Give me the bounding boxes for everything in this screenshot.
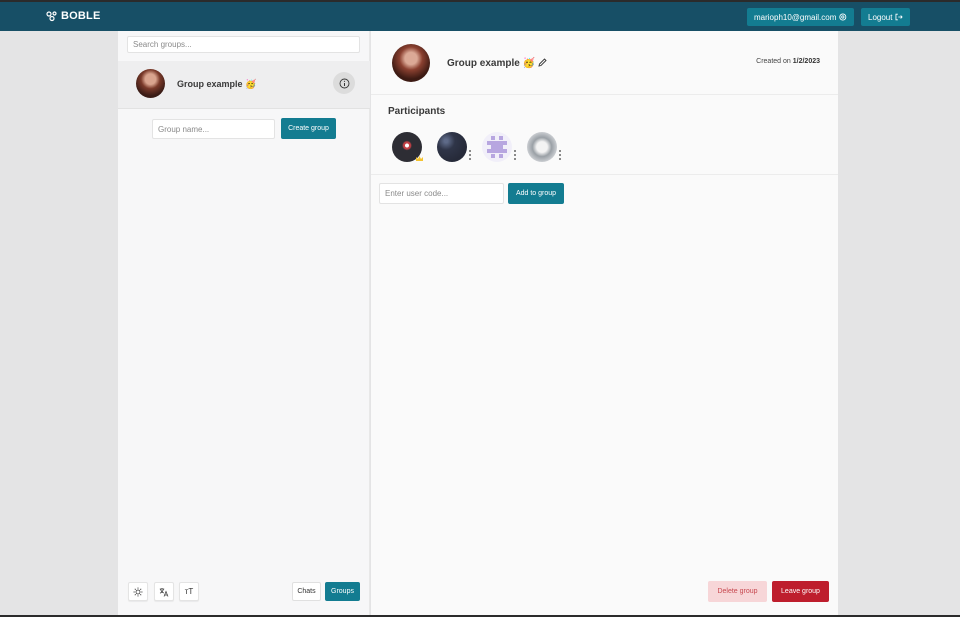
add-to-group-button[interactable]: Add to group xyxy=(508,183,564,204)
delete-group-button[interactable]: Delete group xyxy=(708,581,767,602)
pencil-icon[interactable] xyxy=(537,57,548,68)
at-sign-icon xyxy=(839,13,847,21)
translate-icon xyxy=(159,587,169,597)
group-title: Group example 🥳 xyxy=(447,58,536,69)
language-button[interactable] xyxy=(154,582,174,601)
created-date: Created on 1/2/2023 xyxy=(756,58,820,65)
user-email: marioph10@gmail.com xyxy=(754,12,837,22)
font-size-button[interactable]: тT xyxy=(179,582,199,601)
group-name-input[interactable] xyxy=(152,119,275,139)
sun-icon xyxy=(133,587,143,596)
font-size-label: тT xyxy=(184,587,194,596)
group-avatar xyxy=(136,69,165,98)
user-email-button[interactable]: marioph10@gmail.com xyxy=(747,8,854,26)
brand-logo[interactable]: BOBLE xyxy=(46,10,101,22)
create-group-button[interactable]: Create group xyxy=(281,118,336,139)
user-code-input[interactable] xyxy=(379,183,504,204)
group-list-item-name: Group example 🥳 xyxy=(177,79,257,89)
group-list-item[interactable]: Group example 🥳 xyxy=(118,61,370,109)
tab-chats[interactable]: Chats xyxy=(292,582,321,601)
participant-menu-icon[interactable] xyxy=(513,150,516,160)
participant-menu-icon[interactable] xyxy=(468,150,471,160)
leave-group-button[interactable]: Leave group xyxy=(772,581,829,602)
created-prefix: Created on xyxy=(756,58,793,65)
crown-icon xyxy=(416,156,423,161)
group-info-button[interactable] xyxy=(333,72,355,94)
group-header: Group example 🥳 Created on 1/2/2023 xyxy=(371,31,838,95)
group-avatar-large[interactable] xyxy=(392,44,430,82)
participant-avatar[interactable] xyxy=(527,132,557,162)
brand-name: BOBLE xyxy=(61,10,101,22)
participant-avatar[interactable] xyxy=(437,132,467,162)
info-icon xyxy=(339,78,349,88)
top-navbar: BOBLE marioph10@gmail.com Logout xyxy=(0,0,960,31)
bubbles-icon xyxy=(46,11,57,22)
participants-list xyxy=(392,132,592,164)
tab-groups[interactable]: Groups xyxy=(325,582,360,601)
search-groups-input[interactable] xyxy=(127,36,360,53)
participant-menu-icon[interactable] xyxy=(558,150,561,160)
divider xyxy=(371,174,838,175)
created-date-value: 1/2/2023 xyxy=(792,58,820,65)
participants-heading: Participants xyxy=(388,106,446,117)
groups-sidebar: Group example 🥳 Create group xyxy=(118,31,370,615)
group-detail-panel: Group example 🥳 Created on 1/2/2023 Part… xyxy=(371,31,838,615)
participant-avatar[interactable] xyxy=(482,132,512,162)
logout-button[interactable]: Logout xyxy=(861,8,910,26)
logout-icon xyxy=(895,13,903,21)
logout-label: Logout xyxy=(868,12,893,22)
theme-toggle-button[interactable] xyxy=(128,582,148,601)
